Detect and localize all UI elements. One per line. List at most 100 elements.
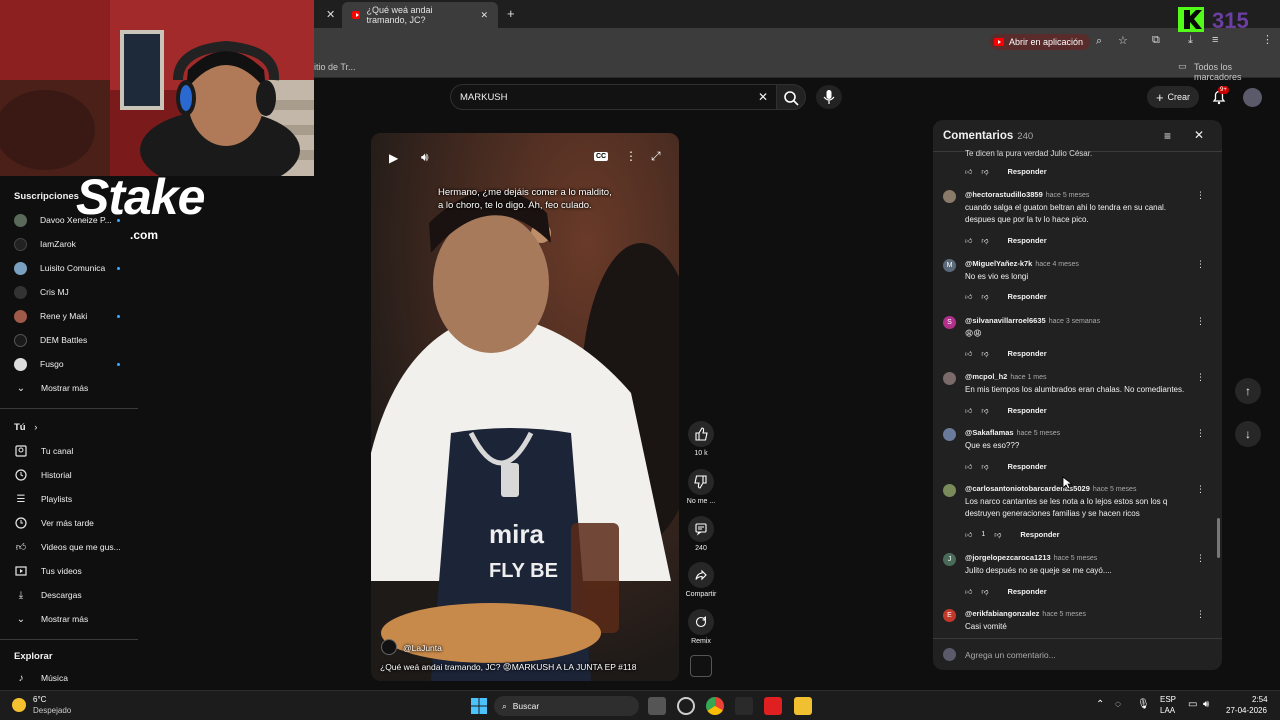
like-icon[interactable]: 👍︎ (965, 167, 972, 176)
commenter-avatar[interactable] (943, 190, 956, 203)
browser-tab-active[interactable]: ¿Qué weá andai tramando, JC? ✕ (342, 2, 498, 28)
reply-button[interactable]: Responder (1007, 349, 1046, 358)
subscription-item[interactable]: DEM Battles (14, 330, 138, 350)
show-more-subscriptions[interactable]: ⌄ Mostrar más (14, 378, 138, 398)
weather-desc[interactable]: Despejado (33, 706, 71, 715)
like-icon[interactable]: 👍︎ (965, 462, 972, 471)
app-icon[interactable] (677, 697, 695, 715)
dislike-icon[interactable]: 👎︎ (981, 587, 988, 596)
all-bookmarks-link[interactable]: Todos los marcadores (1194, 62, 1280, 82)
mic-icon[interactable]: 🎙︎ (1137, 699, 1150, 710)
volume-icon[interactable]: 🔊︎ (421, 150, 429, 165)
dislike-icon[interactable]: 👎︎ (981, 292, 988, 301)
keyboard-layout[interactable]: LAA (1160, 706, 1175, 715)
more-options-icon[interactable]: ⋮ (1196, 553, 1205, 564)
dislike-icon[interactable]: 👎︎ (981, 349, 988, 358)
sidebar-item-playlists[interactable]: ☰ Playlists (14, 489, 138, 509)
media-icon[interactable]: ≡ (1212, 34, 1218, 46)
comment-author[interactable]: @mcpol_h2 hace 1 mes (965, 372, 1047, 381)
captions-icon[interactable]: CC (594, 152, 609, 161)
more-options-icon[interactable]: ⋮ (1196, 372, 1205, 383)
new-tab-icon[interactable]: + (507, 6, 515, 21)
video-title[interactable]: ¿Qué weá andai tramando, JC? 😡MARKUSH A … (380, 661, 670, 674)
reply-button[interactable]: Responder (1007, 292, 1046, 301)
sidebar-item-history[interactable]: Historial (14, 465, 138, 485)
clock-time[interactable]: 2:54 (1252, 695, 1268, 704)
reply-button[interactable]: Responder (1007, 587, 1046, 596)
more-options-icon[interactable]: ⋮ (625, 149, 637, 163)
windows-start-icon[interactable] (470, 697, 488, 715)
show-hidden-icons[interactable]: ⌃ (1096, 699, 1104, 710)
like-icon[interactable]: 👍︎ (965, 236, 972, 245)
comment-author[interactable]: @carlosantoniotobarcardenas5029 hace 5 me… (965, 484, 1136, 493)
reply-button[interactable]: Responder (1007, 167, 1046, 176)
comment-input[interactable]: Agrega un comentario... (965, 650, 1056, 660)
reply-button[interactable]: Responder (1020, 530, 1059, 539)
open-in-app-button[interactable]: Abrir en aplicación (990, 34, 1091, 50)
close-tab-icon[interactable]: ✕ (326, 8, 335, 21)
app-icon[interactable] (735, 697, 753, 715)
comment-author[interactable]: @silvanavillarroel6635 hace 3 semanas (965, 316, 1100, 325)
sidebar-item-downloads[interactable]: ⤓ Descargas (14, 585, 138, 605)
create-button[interactable]: + Crear (1147, 86, 1199, 108)
sidebar-item-liked-videos[interactable]: 👍︎ Videos que me gus... (14, 537, 138, 557)
comments-button[interactable]: 240 (681, 516, 721, 552)
taskbar-search[interactable]: ⌕ Buscar (494, 696, 639, 716)
dislike-icon[interactable]: 👎︎ (981, 462, 988, 471)
close-icon[interactable]: ✕ (1194, 128, 1204, 142)
subscription-item[interactable]: Cris MJ (14, 282, 138, 302)
bookmark-item[interactable]: itio de Tr... (314, 62, 356, 72)
fullscreen-icon[interactable]: ⤢ (651, 149, 661, 164)
dislike-icon[interactable]: 👎︎ (994, 530, 1001, 539)
notifications-button[interactable]: 9+ (1210, 86, 1229, 106)
commenter-avatar[interactable] (943, 484, 956, 497)
more-options-icon[interactable]: ⋮ (1196, 259, 1205, 270)
comment-author[interactable]: @hectorastudillo3859 hace 5 meses (965, 190, 1089, 199)
voice-search-button[interactable] (816, 85, 842, 109)
youtube-app-icon[interactable] (764, 697, 782, 715)
reply-button[interactable]: Responder (1007, 462, 1046, 471)
sidebar-item-your-videos[interactable]: Tus videos (14, 561, 138, 581)
commenter-avatar[interactable]: E (943, 609, 956, 622)
dislike-button[interactable]: No me ... (681, 469, 721, 505)
menu-icon[interactable]: ⋮ (1262, 33, 1273, 46)
clock-date[interactable]: 27-04-2026 (1226, 706, 1267, 715)
sidebar-item-music[interactable]: ♪ Música (14, 668, 138, 688)
dislike-icon[interactable]: 👎︎ (981, 236, 988, 245)
file-explorer-icon[interactable] (794, 697, 812, 715)
sort-icon[interactable]: ≡ (1164, 129, 1171, 143)
chrome-icon[interactable] (706, 697, 724, 715)
subscription-item[interactable]: Fusgo (14, 354, 138, 374)
comment-author[interactable]: @MiguelYañez-k7k hace 4 meses (965, 259, 1079, 268)
bookmark-star-icon[interactable]: ☆ (1118, 34, 1128, 47)
search-button[interactable] (776, 84, 806, 110)
sidebar-item-watch-later[interactable]: Ver más tarde (14, 513, 138, 533)
more-options-icon[interactable]: ⋮ (1196, 316, 1205, 327)
weather-moon-icon[interactable] (12, 698, 26, 712)
language-indicator[interactable]: ESP (1160, 695, 1176, 704)
comment-author[interactable]: @erikfabiangonzalez hace 5 meses (965, 609, 1086, 618)
account-avatar[interactable] (1243, 88, 1262, 107)
commenter-avatar[interactable] (943, 372, 956, 385)
commenter-avatar[interactable]: S (943, 316, 956, 329)
comment-author[interactable]: @Sakaflamas hace 5 meses (965, 428, 1060, 437)
previous-short-button[interactable]: ↑ (1235, 378, 1261, 404)
subscription-item[interactable]: Rene y Maki (14, 306, 138, 326)
dislike-icon[interactable]: 👎︎ (981, 406, 988, 415)
commenter-avatar[interactable]: M (943, 259, 956, 272)
remix-button[interactable]: Remix (681, 609, 721, 645)
reply-button[interactable]: Responder (1007, 236, 1046, 245)
app-tray-icon[interactable]: ◌ (1115, 699, 1121, 710)
show-more-you[interactable]: ⌄ Mostrar más (14, 609, 138, 629)
reply-button[interactable]: Responder (1007, 406, 1046, 415)
close-tab-icon[interactable]: ✕ (480, 10, 488, 21)
next-short-button[interactable]: ↓ (1235, 421, 1261, 447)
short-video-player[interactable]: mira FLY BE ▶ 🔊︎ CC ⋮ ⤢ Hermano, ¿me dej… (371, 133, 679, 681)
more-options-icon[interactable]: ⋮ (1196, 609, 1205, 620)
like-icon[interactable]: 👍︎ (965, 587, 972, 596)
like-icon[interactable]: 👍︎ (965, 530, 972, 539)
commenter-avatar[interactable]: J (943, 553, 956, 566)
volume-icon[interactable]: 🔊︎ (1203, 699, 1209, 710)
sidebar-item-your-channel[interactable]: Tu canal (14, 441, 138, 461)
download-icon[interactable]: ⤓ (1188, 34, 1193, 47)
